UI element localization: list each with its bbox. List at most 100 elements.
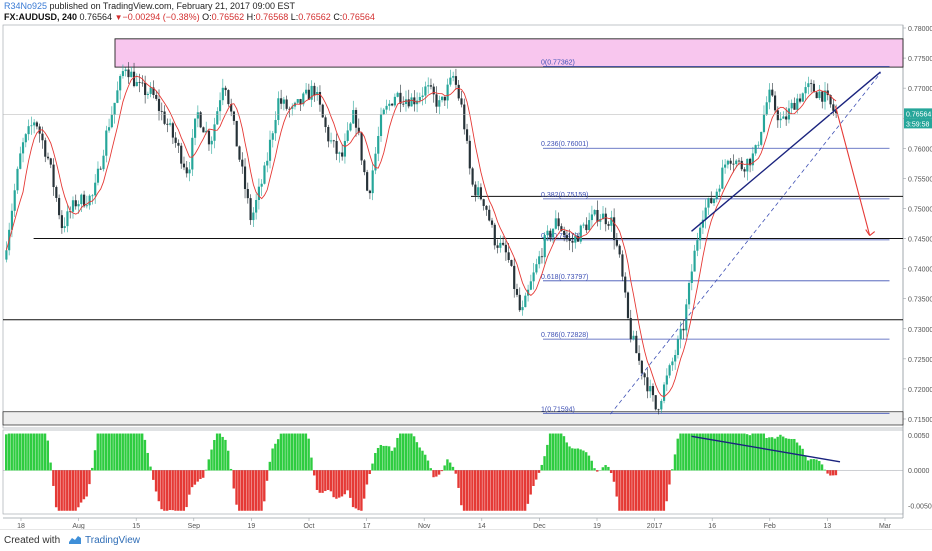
osc-bar	[463, 470, 465, 511]
osc-bar	[147, 453, 149, 471]
candle-body	[649, 386, 651, 391]
candle-body	[299, 99, 301, 104]
osc-bar	[765, 438, 767, 471]
osc-bar	[22, 434, 24, 471]
osc-bar	[427, 461, 429, 471]
candle-body	[369, 191, 371, 193]
candle-body	[574, 236, 576, 243]
candle-body	[791, 103, 793, 108]
osc-bar	[416, 442, 418, 470]
osc-bar	[252, 470, 254, 511]
y-tick-label: 0.77000	[908, 86, 932, 93]
osc-bar	[468, 470, 470, 511]
candle-body	[760, 132, 762, 145]
close-value: 0.76564	[342, 12, 375, 22]
osc-bar	[185, 470, 187, 507]
candle-body	[546, 231, 548, 235]
osc-bar	[482, 470, 484, 511]
osc-bar	[410, 434, 412, 471]
author-link[interactable]: R34No925	[4, 1, 47, 11]
candle-body	[707, 198, 709, 207]
osc-bar	[826, 470, 828, 473]
osc-bar	[824, 470, 826, 471]
price-chart[interactable]: 0.780000.775000.770000.765000.760000.755…	[0, 22, 932, 529]
osc-bar	[679, 434, 681, 471]
candle-body	[541, 256, 543, 257]
osc-bar	[38, 434, 40, 471]
candle-body	[122, 71, 124, 76]
osc-bar	[213, 440, 215, 471]
candle-body	[832, 104, 834, 110]
candle-body	[685, 304, 687, 330]
candle-body	[430, 85, 432, 86]
osc-bar	[30, 434, 32, 471]
candle-body	[477, 187, 479, 195]
candle-body	[216, 111, 218, 124]
osc-bar	[496, 470, 498, 511]
candle-body	[821, 92, 823, 102]
candle-body	[213, 124, 215, 140]
symbol-label[interactable]: FX:AUDUSD, 240	[4, 12, 77, 22]
candle-body	[341, 152, 343, 156]
candle-body	[469, 141, 471, 169]
osc-bar	[47, 441, 49, 471]
open-label: O:	[202, 12, 212, 22]
y-tick-label: 0.74000	[908, 267, 932, 274]
osc-bar	[624, 470, 626, 511]
osc-bar	[307, 439, 309, 471]
osc-bar	[44, 434, 46, 471]
candle-body	[163, 111, 165, 123]
osc-bar	[821, 464, 823, 470]
candle-body	[766, 102, 768, 114]
osc-bar	[749, 435, 751, 470]
candle-body	[188, 169, 190, 173]
osc-bar	[277, 439, 279, 470]
osc-bar	[105, 434, 107, 471]
osc-bar	[413, 436, 415, 470]
candle-body	[72, 200, 74, 212]
candle-body	[349, 123, 351, 130]
fib-level-label: 0.236(0.76001)	[541, 141, 588, 148]
candle-body	[150, 87, 152, 93]
candle-body	[100, 169, 102, 170]
candle-body	[261, 184, 263, 187]
osc-bar	[654, 470, 656, 511]
candle-body	[66, 211, 68, 226]
y-tick-label: 0.75500	[908, 176, 932, 183]
osc-bar	[394, 447, 396, 470]
osc-bar	[8, 434, 10, 471]
candle-body	[621, 254, 623, 276]
osc-bar	[371, 464, 373, 471]
low-value: 0.76562	[298, 12, 331, 22]
osc-bar	[629, 470, 631, 511]
osc-bar	[591, 461, 593, 471]
osc-bar	[735, 434, 737, 471]
candle-body	[236, 121, 238, 146]
candle-body	[669, 365, 671, 375]
osc-bar	[649, 470, 651, 511]
candle-body	[449, 78, 451, 85]
candle-body	[89, 196, 91, 206]
osc-bar	[169, 470, 171, 510]
candle-body	[713, 199, 715, 203]
osc-bar	[790, 439, 792, 471]
osc-bar	[180, 470, 182, 511]
candle-body	[77, 204, 79, 206]
candle-body	[777, 110, 779, 120]
osc-bar	[732, 434, 734, 471]
osc-bar	[682, 434, 684, 471]
tradingview-brand[interactable]: TradingView	[85, 535, 140, 546]
candle-body	[535, 264, 537, 272]
osc-bar	[488, 470, 490, 511]
osc-bar	[152, 470, 154, 480]
osc-bar	[668, 470, 670, 484]
candle-body	[588, 220, 590, 230]
osc-bar	[274, 444, 276, 471]
candle-body	[366, 172, 368, 191]
candle-body	[655, 395, 657, 409]
candle-body	[388, 104, 390, 106]
candle-body	[169, 123, 171, 124]
osc-bar	[549, 434, 551, 471]
osc-bar	[763, 434, 765, 471]
candle-body	[186, 167, 188, 173]
